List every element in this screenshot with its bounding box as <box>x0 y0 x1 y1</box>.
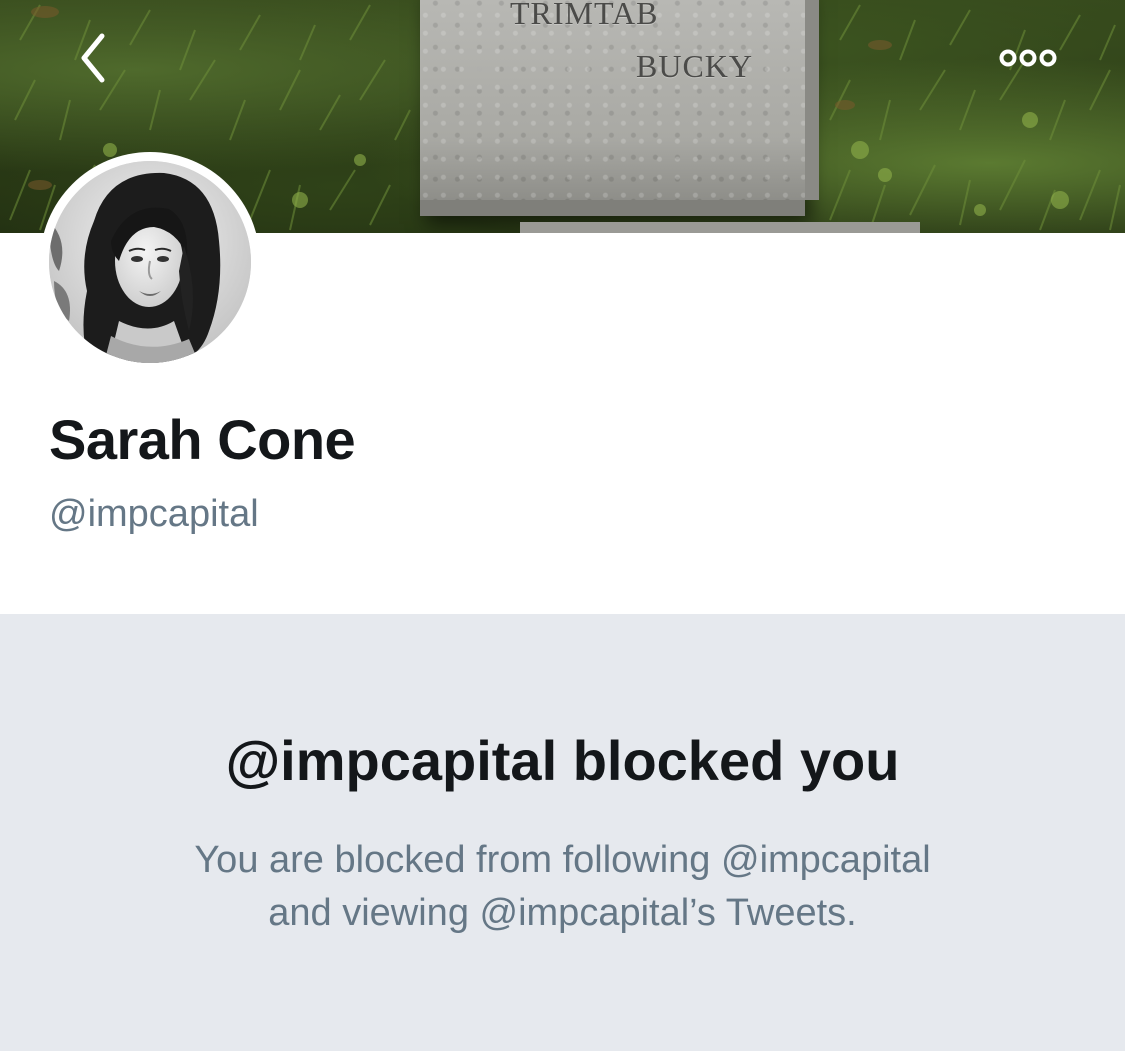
blocked-notice-panel: @impcapital blocked you You are blocked … <box>0 614 1125 1051</box>
back-button[interactable] <box>46 10 142 106</box>
engraving-bucky: BUCKY <box>636 48 754 84</box>
avatar-photo <box>49 161 251 363</box>
engraving-trimtab: TRIMTAB <box>510 0 659 31</box>
headstone: TRIMTAB BUCKY <box>420 0 819 216</box>
avatar[interactable] <box>40 152 260 372</box>
avatar-portrait <box>49 161 251 363</box>
more-options-icon <box>999 49 1057 67</box>
chevron-left-icon <box>81 33 105 83</box>
blocked-notice-title: @impcapital blocked you <box>225 729 900 792</box>
stone-slab <box>520 222 920 233</box>
profile-handle: @impcapital <box>49 493 259 535</box>
headstone-side <box>805 0 819 200</box>
blocked-notice-description-line-1: You are blocked from following @impcapit… <box>194 839 931 881</box>
more-options-button[interactable] <box>980 10 1076 106</box>
blocked-notice-description-line-2: and viewing @impcapital’s Tweets. <box>268 892 857 934</box>
blocked-notice-description: You are blocked from following @impcapit… <box>80 834 1045 940</box>
profile-display-name: Sarah Cone <box>49 408 356 471</box>
